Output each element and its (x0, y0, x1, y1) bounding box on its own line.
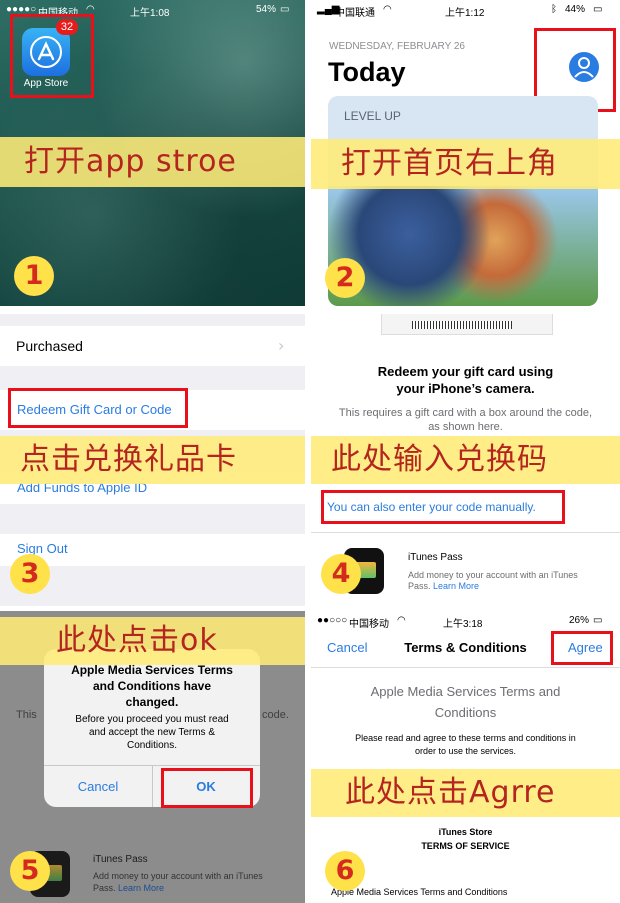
card-label: LEVEL UP (344, 109, 401, 123)
dialog-title-1: Apple Media Services Terms (71, 663, 233, 677)
highlight-redeem (8, 388, 188, 428)
game-artwork (328, 186, 598, 306)
purchased-row[interactable]: Purchased › (0, 326, 305, 366)
step-number: 4 (321, 554, 361, 594)
step-number: 3 (10, 554, 50, 594)
step-4-panel: Redeem your gift card using your iPhone’… (311, 314, 620, 606)
caption-banner: 此处点击ok (0, 617, 305, 665)
description-line-1: This requires a gift card with a box aro… (338, 407, 593, 419)
terms-body-1: Please read and agree to these terms and… (355, 733, 576, 743)
row-label: Purchased (16, 338, 83, 354)
gift-card-illustration (381, 314, 553, 335)
signal-icon: ●●○○○ (317, 615, 348, 626)
divider (311, 532, 620, 533)
status-bar: ▂▄▆ 中国联通 ◠ 上午1:12 ᛒ 44% ▭ (311, 0, 620, 20)
caption-banner: 此处点击Agrre (311, 769, 620, 817)
dialog-body-1: Before you proceed you must read (75, 714, 229, 725)
background-text-left: This (16, 709, 37, 721)
highlight-ok-button (161, 768, 253, 808)
wifi-icon: ◠ (397, 615, 406, 626)
dialog-title-3: changed. (125, 695, 179, 709)
step-number: 1 (14, 256, 54, 296)
step-3-panel: Purchased › Redeem Gift Card or Code Add… (0, 314, 305, 606)
highlight-manual-link (321, 490, 565, 524)
featured-card[interactable]: LEVEL UP (328, 96, 598, 306)
caption-banner: 此处输入兑换码 (311, 436, 620, 484)
learn-more-link[interactable]: Learn More (118, 883, 164, 893)
cancel-button[interactable]: Cancel (44, 779, 152, 794)
battery-icon: ▭ (593, 4, 603, 15)
caption-banner: 打开首页右上角 (311, 139, 620, 189)
clock: 上午3:18 (443, 619, 483, 630)
pass-desc-2: Pass. Learn More (93, 883, 164, 893)
clock: 上午1:08 (130, 8, 170, 19)
description-line-2: as shown here. (428, 421, 503, 433)
chevron-right-icon: › (278, 336, 285, 355)
highlight-agree-button (551, 631, 613, 665)
dialog-body-3: Conditions. (126, 740, 178, 751)
battery-text: 44% (565, 4, 586, 15)
step-number: 2 (325, 258, 365, 298)
dialog-body-2: and accept the new Terms & (89, 727, 215, 738)
pass-title: iTunes Pass (93, 854, 148, 865)
step-5-panel: This code. Apple Media Services Terms an… (0, 611, 305, 903)
dialog-title-2: and Conditions have (92, 679, 211, 693)
battery-icon: ▭ (280, 4, 290, 15)
step-number: 5 (10, 851, 50, 891)
page-title: Today (328, 57, 406, 87)
heading-line-1: Redeem your gift card using (377, 364, 554, 379)
battery-text: 26% (569, 615, 590, 626)
carrier-label: 中国联通 (335, 8, 375, 19)
terms-heading-1: Apple Media Services Terms and (370, 684, 561, 699)
bluetooth-icon: ᛒ (551, 4, 557, 15)
terms-body-2: order to use the services. (414, 746, 517, 756)
pass-title: iTunes Pass (408, 552, 463, 563)
pass-desc-2-text: Pass. (93, 883, 116, 893)
caption-banner: 打开app stroe (0, 137, 305, 187)
step-number: 6 (325, 851, 365, 891)
terms-of-service-label: TERMS OF SERVICE (421, 841, 510, 851)
carrier-label: 中国移动 (349, 619, 389, 630)
background-text-right: code. (262, 709, 289, 721)
pass-desc-1: Add money to your account with an iTunes (408, 570, 578, 580)
clock: 上午1:12 (445, 8, 485, 19)
status-bar: ●●○○○ 中国移动 ◠ 上午3:18 26% ▭ (311, 611, 620, 631)
battery-text: 54% (256, 4, 277, 15)
step-2-panel: ▂▄▆ 中国联通 ◠ 上午1:12 ᛒ 44% ▭ WEDNESDAY, FEB… (311, 0, 620, 306)
step-6-panel: ●●○○○ 中国移动 ◠ 上午3:18 26% ▭ Cancel Terms &… (311, 611, 620, 903)
pass-desc-1: Add money to your account with an iTunes (93, 871, 263, 881)
store-name: iTunes Store (438, 827, 493, 837)
footer-text: Apple Media Services Terms and Condition… (331, 887, 508, 897)
heading-line-2: your iPhone’s camera. (396, 381, 535, 396)
battery-icon: ▭ (593, 615, 603, 626)
date-label: WEDNESDAY, FEBRUARY 26 (329, 41, 465, 52)
step-1-panel: ●●●●○ 中国移动 ◠ 上午1:08 54% ▭ 32 App Store 打… (0, 0, 305, 306)
highlight-app-store (10, 14, 94, 98)
learn-more-link[interactable]: Learn More (433, 581, 479, 591)
wifi-icon: ◠ (383, 4, 392, 15)
terms-heading-2: Conditions (434, 705, 497, 720)
caption-banner: 点击兑换礼品卡 (0, 436, 305, 484)
pass-desc-2-text: Pass. (408, 581, 431, 591)
pass-desc-2: Pass. Learn More (408, 581, 479, 591)
barcode (412, 321, 512, 329)
